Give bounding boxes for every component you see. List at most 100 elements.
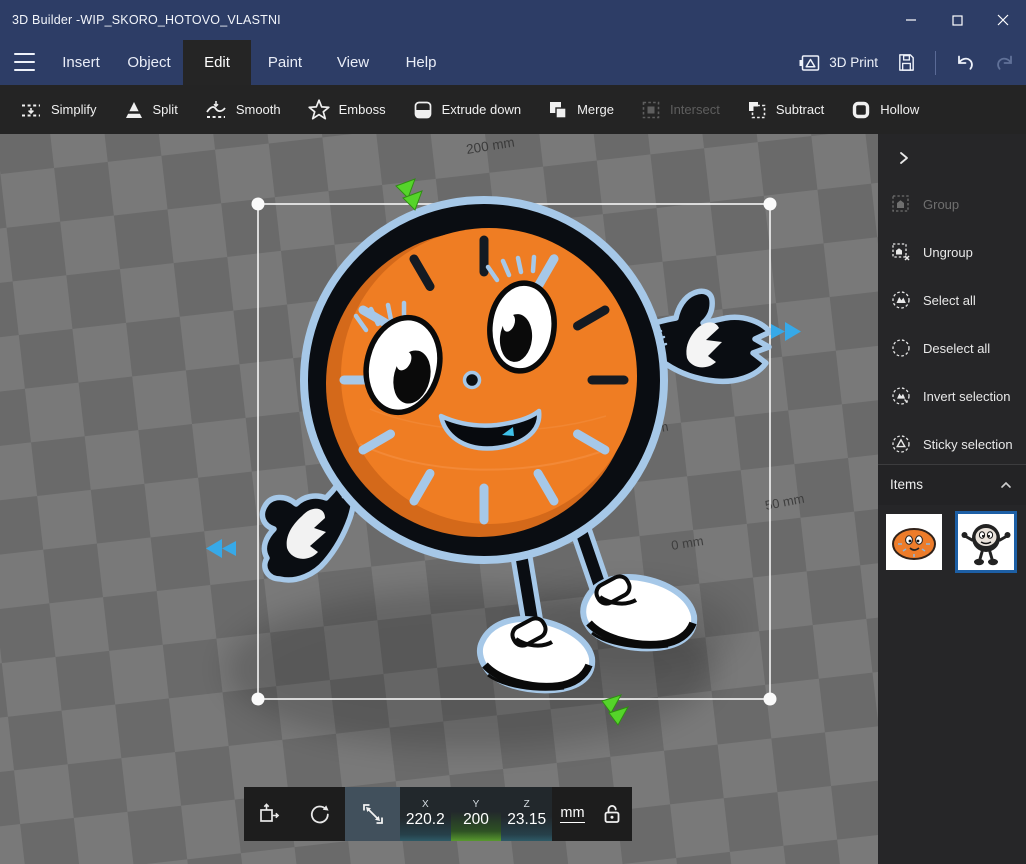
move-tool-button[interactable] (244, 787, 295, 841)
titlebar[interactable]: 3D Builder -WIP_SKORO_HOTOVO_VLASTNI (0, 0, 1026, 40)
handle-bottom-right[interactable] (763, 692, 777, 706)
item-thumbnail-clock-face[interactable] (886, 514, 942, 570)
merge-button[interactable]: Merge (538, 93, 623, 127)
scale-arrow-left-blue[interactable] (206, 539, 236, 558)
item-thumbnail-clock-character[interactable] (955, 511, 1017, 573)
subtract-button[interactable]: Subtract (737, 93, 833, 127)
smooth-label: Smooth (235, 102, 281, 117)
save-button[interactable] (896, 52, 917, 73)
maximize-button[interactable] (934, 0, 980, 40)
tab-view[interactable]: View (319, 40, 387, 85)
rotate-tool-button[interactable] (295, 787, 346, 841)
z-dimension-value[interactable]: 23.15 (507, 811, 546, 828)
tab-insert[interactable]: Insert (47, 40, 115, 85)
hollow-button[interactable]: Hollow (841, 93, 928, 127)
intersect-button[interactable]: Intersect (631, 93, 729, 127)
collapse-panel-button[interactable] (890, 144, 918, 172)
tab-paint[interactable]: Paint (251, 40, 319, 85)
emboss-button[interactable]: Emboss (298, 92, 395, 127)
move-icon (260, 803, 280, 822)
smooth-icon (206, 100, 226, 118)
invert-selection-label: Invert selection (923, 388, 1011, 404)
sticky-selection-button[interactable]: Sticky selection (878, 420, 1026, 468)
3d-print-button[interactable]: 3D Print (798, 53, 878, 73)
dimension-label-0mm: 0 mm (670, 533, 704, 553)
z-dimension-field[interactable]: Z 23.15 (501, 787, 553, 841)
simplify-label: Simplify (51, 102, 97, 117)
group-button[interactable]: Group (878, 180, 1026, 228)
items-title: Items (890, 477, 924, 492)
invert-selection-icon (892, 387, 910, 405)
undo-icon (958, 55, 973, 70)
hollow-label: Hollow (880, 102, 920, 117)
y-dimension-value[interactable]: 200 (463, 811, 489, 828)
aspect-lock-button[interactable] (593, 787, 632, 841)
z-axis-label: Z (523, 798, 530, 810)
items-header[interactable]: Items (878, 465, 1026, 505)
redo-button[interactable] (994, 52, 1016, 74)
split-icon (124, 101, 143, 118)
unit-label: mm (560, 805, 585, 823)
merge-label: Merge (577, 102, 614, 117)
deselect-all-button[interactable]: Deselect all (878, 324, 1026, 372)
select-all-button[interactable]: Select all (878, 276, 1026, 324)
split-button[interactable]: Split (114, 93, 187, 127)
x-axis-label: X (421, 798, 429, 810)
scale-arrow-right-blue[interactable] (771, 322, 801, 341)
3d-print-label: 3D Print (829, 55, 878, 70)
handle-bottom-left[interactable] (251, 692, 265, 706)
close-button[interactable] (980, 0, 1026, 40)
redo-icon (997, 55, 1012, 70)
right-shoe (580, 574, 698, 652)
scene-overlay: 200 mm 50 mm 50 mm 0 mm (206, 135, 806, 749)
y-axis-label: Y (472, 798, 480, 810)
select-all-label: Select all (923, 292, 976, 308)
tab-object[interactable]: Object (115, 40, 183, 85)
hamburger-menu-button[interactable] (14, 52, 38, 72)
toolbar-separator (935, 50, 936, 75)
right-panel: Group Ungroup Select all Deselect all In… (878, 134, 1026, 864)
minimize-icon (906, 19, 916, 21)
tab-help[interactable]: Help (387, 40, 455, 85)
invert-selection-button[interactable]: Invert selection (878, 372, 1026, 420)
menubar: Insert Object Edit Paint View Help 3D Pr… (0, 40, 1026, 85)
extrude-down-button[interactable]: Extrude down (403, 93, 531, 127)
scale-arrow-top-green[interactable] (395, 178, 423, 211)
3d-builder-window: 3D Builder -WIP_SKORO_HOTOVO_VLASTNI Ins… (0, 0, 1026, 864)
merge-icon (550, 101, 567, 119)
extrude-down-icon (414, 101, 431, 118)
simplify-button[interactable]: Simplify (10, 93, 106, 127)
clock-face (300, 196, 668, 564)
window-title: 3D Builder -WIP_SKORO_HOTOVO_VLASTNI (12, 13, 281, 27)
simplify-icon (22, 104, 40, 116)
group-icon (892, 195, 909, 212)
scale-tool-button[interactable] (345, 787, 400, 841)
sticky-selection-label: Sticky selection (923, 436, 1013, 452)
select-all-icon (892, 291, 910, 309)
chevron-up-icon (1001, 481, 1011, 488)
handle-top-left[interactable] (251, 197, 265, 211)
x-dimension-value[interactable]: 220.2 (406, 811, 445, 828)
handle-top-right[interactable] (763, 197, 777, 211)
3d-printer-icon (799, 54, 820, 71)
minimize-button[interactable] (888, 0, 934, 40)
clock-character-thumbnail-image (958, 514, 1014, 570)
items-collapse-button[interactable] (996, 475, 1016, 495)
tab-edit[interactable]: Edit (183, 40, 251, 85)
intersect-label: Intersect (669, 102, 720, 117)
y-dimension-field[interactable]: Y 200 (450, 787, 502, 841)
ungroup-button[interactable]: Ungroup (878, 228, 1026, 276)
subtract-icon (748, 101, 766, 118)
x-dimension-field[interactable]: X 220.2 (399, 787, 451, 841)
sticky-selection-icon (892, 435, 910, 453)
3d-viewport[interactable]: 200 mm 50 mm 50 mm 0 mm (0, 134, 878, 864)
nose (462, 370, 482, 390)
ungroup-icon (892, 243, 910, 261)
unit-selector[interactable]: mm (552, 787, 593, 841)
smooth-button[interactable]: Smooth (195, 93, 290, 127)
undo-button[interactable] (954, 52, 976, 74)
subtract-label: Subtract (775, 102, 825, 117)
deselect-all-icon (892, 339, 910, 357)
emboss-label: Emboss (338, 102, 386, 117)
ungroup-label: Ungroup (923, 244, 973, 260)
